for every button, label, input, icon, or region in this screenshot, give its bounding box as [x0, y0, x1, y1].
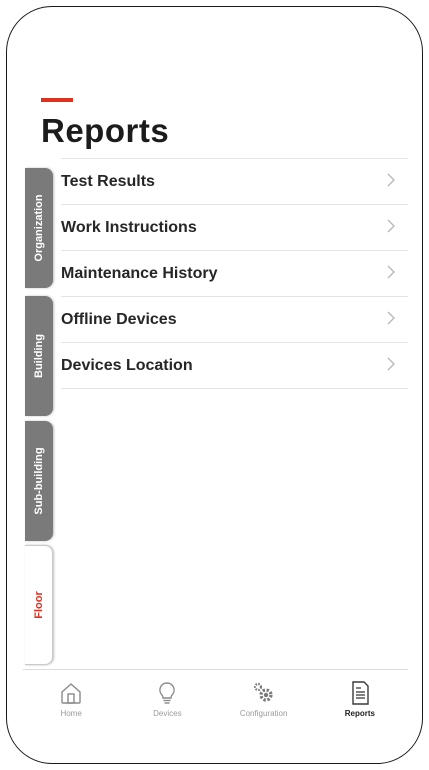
menu-item-offline-devices[interactable]: Offline Devices [61, 296, 408, 342]
nav-home[interactable]: Home [23, 670, 119, 730]
chevron-right-icon [387, 265, 395, 279]
menu-item-label: Work Instructions [61, 218, 197, 236]
tab-building[interactable]: Building [25, 296, 53, 416]
document-icon [352, 681, 369, 705]
gears-icon [253, 682, 273, 702]
tab-floor[interactable]: Floor [25, 545, 53, 665]
chevron-right-icon [387, 311, 395, 325]
nav-label: Configuration [239, 709, 288, 718]
nav-configuration[interactable]: Configuration [216, 670, 312, 730]
menu-item-work-instructions[interactable]: Work Instructions [61, 204, 408, 250]
nav-devices[interactable]: Devices [119, 670, 215, 730]
chevron-right-icon [387, 173, 395, 187]
tab-label: Floor [32, 591, 45, 619]
menu-item-label: Offline Devices [61, 310, 177, 328]
nav-label: Reports [344, 709, 375, 718]
bottom-nav: Home Devices Configuration Reports [23, 669, 408, 730]
tab-label: Building [33, 334, 45, 378]
side-tab-bar: Organization Building Sub-building Floor [23, 168, 53, 668]
reports-menu: Test Results Work Instructions Maintenan… [61, 158, 408, 389]
menu-item-maintenance-history[interactable]: Maintenance History [61, 250, 408, 296]
title-accent-bar [41, 98, 73, 102]
tab-organization[interactable]: Organization [25, 168, 53, 288]
chevron-right-icon [387, 219, 395, 233]
nav-label: Home [60, 709, 82, 718]
tab-label: Organization [33, 194, 45, 262]
lightbulb-icon [159, 682, 176, 704]
nav-label: Devices [153, 709, 182, 718]
home-icon [61, 683, 81, 704]
page-title: Reports [41, 112, 170, 149]
menu-item-devices-location[interactable]: Devices Location [61, 342, 408, 389]
nav-reports[interactable]: Reports [312, 670, 408, 730]
tab-sub-building[interactable]: Sub-building [25, 421, 53, 541]
tab-label: Sub-building [33, 447, 45, 515]
menu-item-label: Maintenance History [61, 264, 218, 282]
menu-item-label: Devices Location [61, 356, 193, 374]
chevron-right-icon [387, 357, 395, 371]
app-screen: Reports Organization Building Sub-buildi… [23, 40, 408, 730]
menu-item-label: Test Results [61, 172, 155, 190]
menu-item-test-results[interactable]: Test Results [61, 158, 408, 204]
